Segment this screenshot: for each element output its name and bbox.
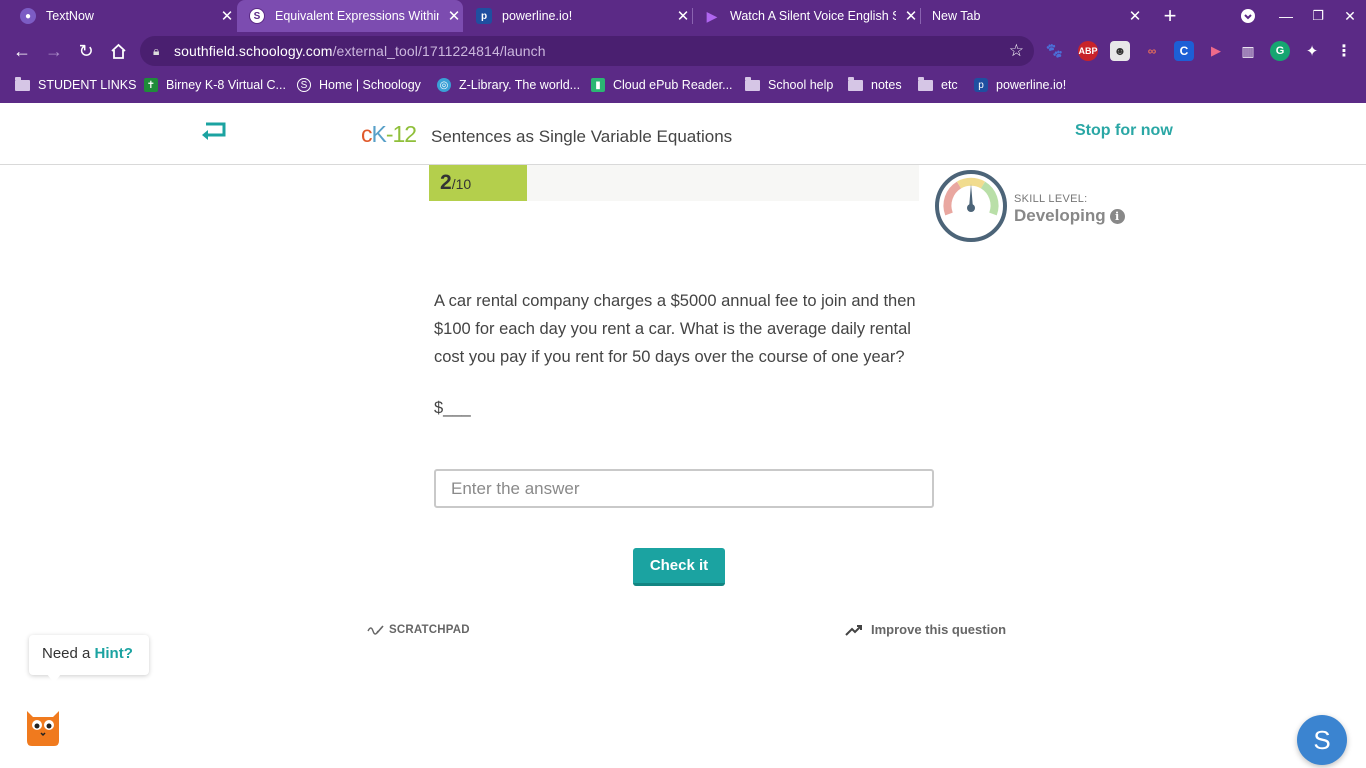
bookmarks-bar: STUDENT LINKS ✝ Birney K-8 Virtual C... S…	[0, 68, 1366, 100]
improve-question-button[interactable]: Improve this question	[845, 622, 1006, 637]
restore-icon[interactable]: ❐	[1302, 0, 1334, 32]
hint-link[interactable]: Hint?	[95, 645, 133, 662]
powerline-icon: p	[974, 78, 988, 92]
schoology-icon: S	[297, 78, 311, 92]
tab-equivalent-expressions[interactable]: S Equivalent Expressions Within ✕	[237, 0, 463, 32]
menu-kebab-icon[interactable]: ⋮	[1334, 41, 1354, 61]
return-arrow-icon[interactable]	[200, 120, 228, 142]
owl-mascot-icon[interactable]	[23, 705, 63, 747]
bookmark-student-links[interactable]: STUDENT LINKS	[15, 76, 136, 94]
home-icon[interactable]	[105, 38, 131, 64]
powerline-icon: p	[476, 8, 492, 24]
bookmark-powerline[interactable]: p powerline.io!	[974, 76, 1066, 94]
grammarly-icon[interactable]: G	[1270, 41, 1290, 61]
hint-bubble[interactable]: Need a Hint?	[29, 635, 149, 683]
link-extension-icon[interactable]: ∞	[1142, 41, 1162, 61]
answer-blank: $___	[434, 399, 471, 417]
close-icon[interactable]: ✕	[218, 7, 236, 25]
minimize-icon[interactable]: —	[1270, 0, 1302, 32]
scratchpad-button[interactable]: SCRATCHPAD	[367, 623, 470, 637]
close-icon[interactable]: ✕	[674, 7, 692, 25]
progress-count: 2/10	[440, 171, 472, 194]
close-icon[interactable]: ✕	[1126, 7, 1144, 25]
schoology-fab[interactable]: S	[1297, 715, 1347, 765]
pen-squiggle-icon	[367, 625, 384, 635]
folder-icon	[15, 76, 30, 91]
bookmark-cloud-epub[interactable]: ▮ Cloud ePub Reader...	[591, 76, 733, 94]
trending-up-icon	[845, 624, 862, 636]
tab-textnow[interactable]: ● TextNow ✕	[8, 0, 236, 32]
video-extension-icon[interactable]: ▶	[1206, 41, 1226, 61]
bookmark-etc[interactable]: etc	[918, 76, 958, 94]
stop-for-now-button[interactable]: Stop for now	[1075, 122, 1173, 140]
bookmark-zlibrary[interactable]: ◎ Z-Library. The world...	[437, 76, 580, 94]
lesson-title: Sentences as Single Variable Equations	[431, 127, 733, 146]
browser-chrome: ● TextNow ✕ S Equivalent Expressions Wit…	[0, 0, 1366, 103]
schoology-icon: S	[249, 8, 265, 24]
question-text: A car rental company charges a $5000 ann…	[434, 292, 916, 366]
progress-bar: 2/10	[429, 165, 919, 201]
tab-powerline[interactable]: p powerline.io! ✕	[464, 0, 692, 32]
info-icon[interactable]: i	[1109, 208, 1125, 224]
skill-level-label: SKILL LEVEL:	[1014, 193, 1088, 205]
c-extension-icon[interactable]: C	[1174, 41, 1194, 61]
page-header: cK-12 Sentences as Single Variable Equat…	[0, 103, 1366, 165]
bookmark-birney[interactable]: ✝ Birney K-8 Virtual C...	[144, 76, 286, 94]
bookmark-school-help[interactable]: School help	[745, 76, 833, 94]
folder-icon	[918, 76, 933, 91]
reading-list-icon[interactable]: ▥	[1238, 41, 1258, 61]
reload-icon[interactable]: ↻	[73, 38, 99, 64]
folder-icon	[745, 76, 760, 91]
adblock-icon[interactable]: ABP	[1078, 41, 1098, 61]
textnow-icon: ●	[20, 8, 36, 24]
close-icon[interactable]: ✕	[902, 7, 920, 25]
extensions-puzzle-icon[interactable]: ✦	[1302, 41, 1322, 61]
back-icon[interactable]: ←	[9, 38, 35, 64]
forward-icon[interactable]: →	[41, 38, 67, 64]
tab-watch-silent-voice[interactable]: ▶ Watch A Silent Voice English S ✕	[694, 0, 920, 32]
browser-toolbar: ← → ↻ 🔒︎ southfield.schoology.com/extern…	[0, 34, 1366, 68]
url-text: southfield.schoology.com/external_tool/1…	[174, 43, 546, 59]
check-it-button[interactable]: Check it	[633, 548, 725, 586]
skill-level-value: Developing i	[1014, 206, 1125, 226]
bookmark-schoology-home[interactable]: S Home | Schoology	[297, 76, 421, 94]
tab-new-tab[interactable]: New Tab ✕	[922, 0, 1144, 32]
tab-strip: ● TextNow ✕ S Equivalent Expressions Wit…	[0, 0, 1366, 32]
character-extension-icon[interactable]: ☻	[1110, 41, 1130, 61]
play-icon: ▶	[706, 7, 718, 24]
lock-icon: 🔒︎	[153, 43, 160, 58]
ck12-practice-page: cK-12 Sentences as Single Variable Equat…	[0, 103, 1366, 768]
book-icon: ▮	[591, 78, 605, 92]
address-bar[interactable]: 🔒︎ southfield.schoology.com/external_too…	[140, 36, 1034, 66]
tab-separator	[692, 8, 693, 24]
cat-extension-icon[interactable]: 🐾︎	[1044, 41, 1064, 61]
tab-search-icon[interactable]	[1232, 0, 1264, 32]
ck12-logo[interactable]: cK-12	[361, 121, 417, 148]
zlibrary-icon: ◎	[437, 78, 451, 92]
bookmark-star-icon[interactable]: ☆	[1009, 41, 1024, 61]
bookmark-notes[interactable]: notes	[848, 76, 902, 94]
window-close-icon[interactable]: ✕	[1334, 0, 1366, 32]
tab-separator	[920, 8, 921, 24]
close-icon[interactable]: ✕	[445, 7, 463, 25]
folder-icon	[848, 76, 863, 91]
answer-input[interactable]	[434, 469, 934, 508]
skill-gauge-icon	[935, 170, 1007, 242]
new-tab-icon[interactable]: +	[1154, 0, 1186, 32]
birney-icon: ✝	[144, 78, 158, 92]
